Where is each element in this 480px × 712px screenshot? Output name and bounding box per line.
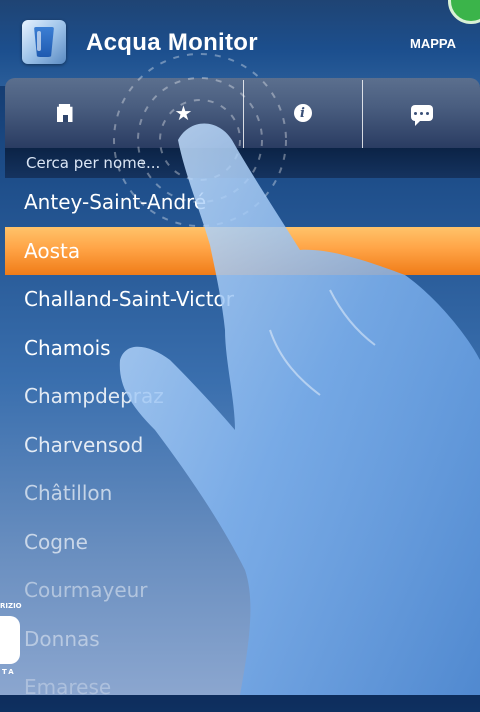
water-glass-icon <box>22 20 66 64</box>
building-icon <box>56 104 73 122</box>
tab-favorites[interactable]: ★ <box>124 78 243 148</box>
list-item[interactable]: Antey-Saint-André <box>5 178 480 227</box>
corner-badge <box>448 0 480 24</box>
app-header: Acqua Monitor MAPPA <box>0 0 480 86</box>
tab-bar: ★ i <box>5 78 480 148</box>
map-button[interactable]: MAPPA <box>410 36 456 51</box>
list-item[interactable]: Charvensod <box>5 421 480 470</box>
municipality-list: Antey-Saint-André Aosta Challand-Saint-V… <box>5 178 480 712</box>
list-item-selected[interactable]: Aosta <box>5 226 480 275</box>
tab-messages[interactable] <box>362 78 480 148</box>
search-input[interactable] <box>5 148 465 178</box>
list-item[interactable]: Cogne <box>5 518 480 567</box>
tab-municipalities[interactable] <box>5 78 124 148</box>
list-item[interactable]: Emarese <box>5 663 480 712</box>
chat-icon <box>410 105 433 126</box>
tab-info[interactable]: i <box>243 78 362 148</box>
list-item[interactable]: Donnas <box>5 615 480 664</box>
region-logo: RIZIO TA <box>0 602 22 676</box>
list-item[interactable]: Châtillon <box>5 469 480 518</box>
app-title: Acqua Monitor <box>86 29 258 56</box>
star-icon: ★ <box>174 101 193 125</box>
list-item[interactable]: Challand-Saint-Victor <box>5 275 480 324</box>
list-item[interactable]: Chamois <box>5 324 480 373</box>
info-icon: i <box>293 104 312 122</box>
list-item[interactable]: Champdepraz <box>5 372 480 421</box>
list-item[interactable]: Courmayeur <box>5 566 480 615</box>
search-bar <box>5 148 480 178</box>
